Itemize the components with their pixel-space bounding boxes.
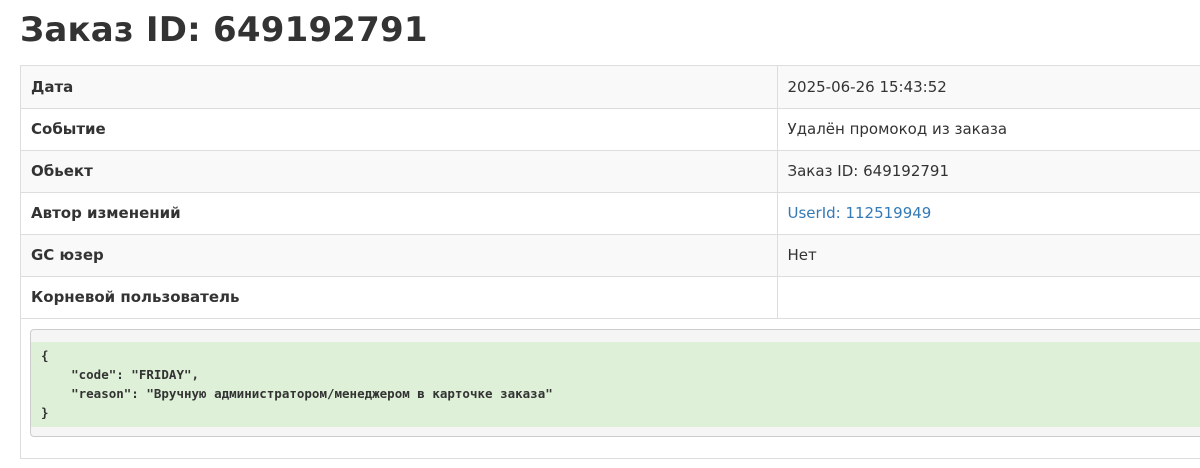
details-table: Дата 2025-06-26 15:43:52 Событие Удалён …	[21, 66, 1200, 319]
table-row-root-user: Корневой пользователь	[21, 276, 1200, 319]
author-label: Автор изменений	[21, 192, 778, 235]
table-row-date: Дата 2025-06-26 15:43:52	[21, 66, 1200, 109]
gc-user-value: Нет	[777, 234, 1200, 277]
date-value: 2025-06-26 15:43:52	[777, 66, 1200, 109]
object-label: Обьект	[21, 150, 778, 193]
object-value: Заказ ID: 649192791	[777, 150, 1200, 193]
table-row-event: Событие Удалён промокод из заказа	[21, 108, 1200, 151]
author-user-link[interactable]: UserId: 112519949	[788, 204, 932, 222]
event-label: Событие	[21, 108, 778, 151]
page-title: Заказ ID: 649192791	[20, 10, 428, 50]
table-row-object: Обьект Заказ ID: 649192791	[21, 150, 1200, 193]
event-value: Удалён промокод из заказа	[777, 108, 1200, 151]
payload-container: { "code": "FRIDAY", "reason": "Вручную а…	[30, 329, 1200, 437]
author-cell: UserId: 112519949	[777, 192, 1200, 235]
table-row-author: Автор изменений UserId: 112519949	[21, 192, 1200, 235]
root-user-label: Корневой пользователь	[21, 276, 778, 319]
date-label: Дата	[21, 66, 778, 109]
gc-user-label: GC юзер	[21, 234, 778, 277]
table-row-gc-user: GC юзер Нет	[21, 234, 1200, 277]
payload-json: { "code": "FRIDAY", "reason": "Вручную а…	[31, 342, 1200, 427]
order-details-panel: Дата 2025-06-26 15:43:52 Событие Удалён …	[20, 65, 1200, 459]
root-user-value	[777, 276, 1200, 319]
